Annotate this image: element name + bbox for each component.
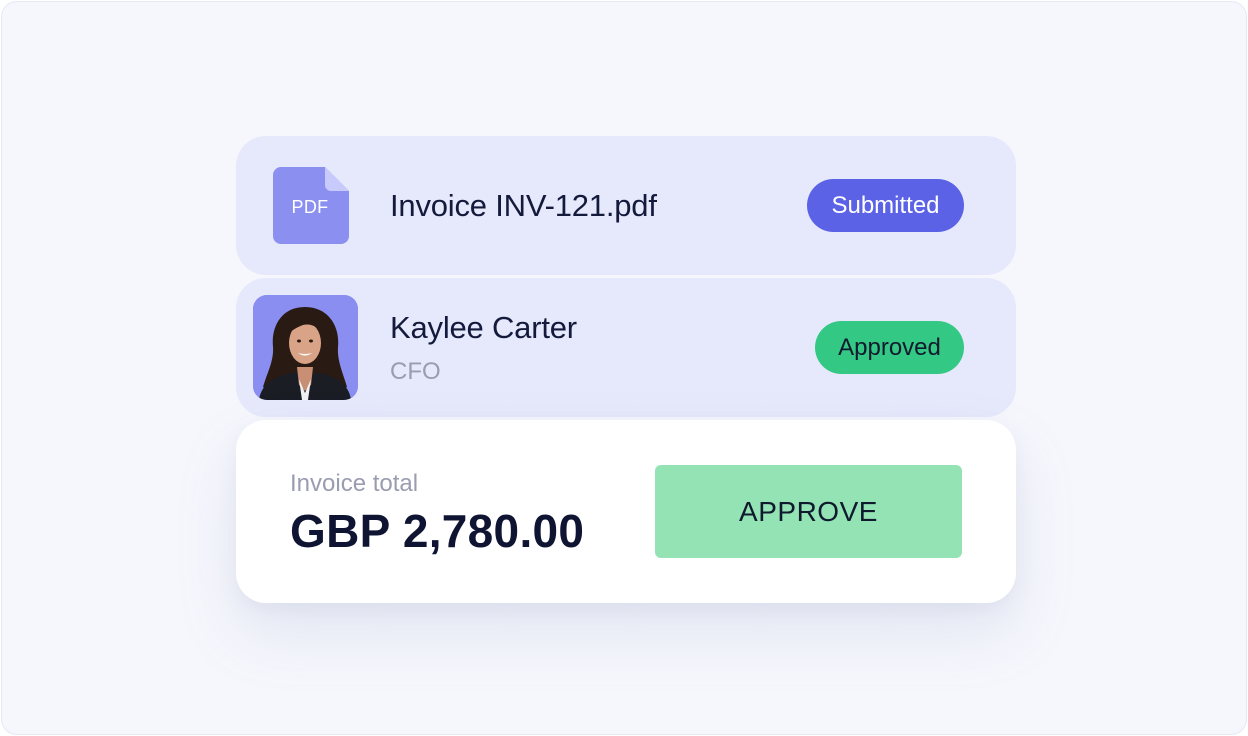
document-filename[interactable]: Invoice INV-121.pdf [390, 188, 657, 224]
approved-status-badge: Approved [815, 321, 964, 374]
approver-name: Kaylee Carter [390, 310, 577, 345]
invoice-total-label: Invoice total [290, 470, 419, 497]
approver-row[interactable]: Kaylee Carter CFO Approved [236, 278, 1016, 417]
invoice-document-row[interactable]: PDF Invoice INV-121.pdf Submitted [236, 136, 1016, 275]
pdf-icon-label: PDF [291, 197, 329, 217]
invoice-total-card: Invoice total GBP 2,780.00 APPROVE [236, 420, 1016, 603]
approver-role: CFO [390, 358, 441, 385]
submitted-status-badge: Submitted [807, 179, 964, 232]
pdf-file-icon: PDF [273, 167, 349, 244]
approve-button[interactable]: APPROVE [655, 465, 962, 558]
avatar [253, 295, 358, 400]
app-frame: PDF Invoice INV-121.pdf Submitted Kaylee… [1, 1, 1247, 735]
invoice-total-amount: GBP 2,780.00 [290, 505, 585, 557]
